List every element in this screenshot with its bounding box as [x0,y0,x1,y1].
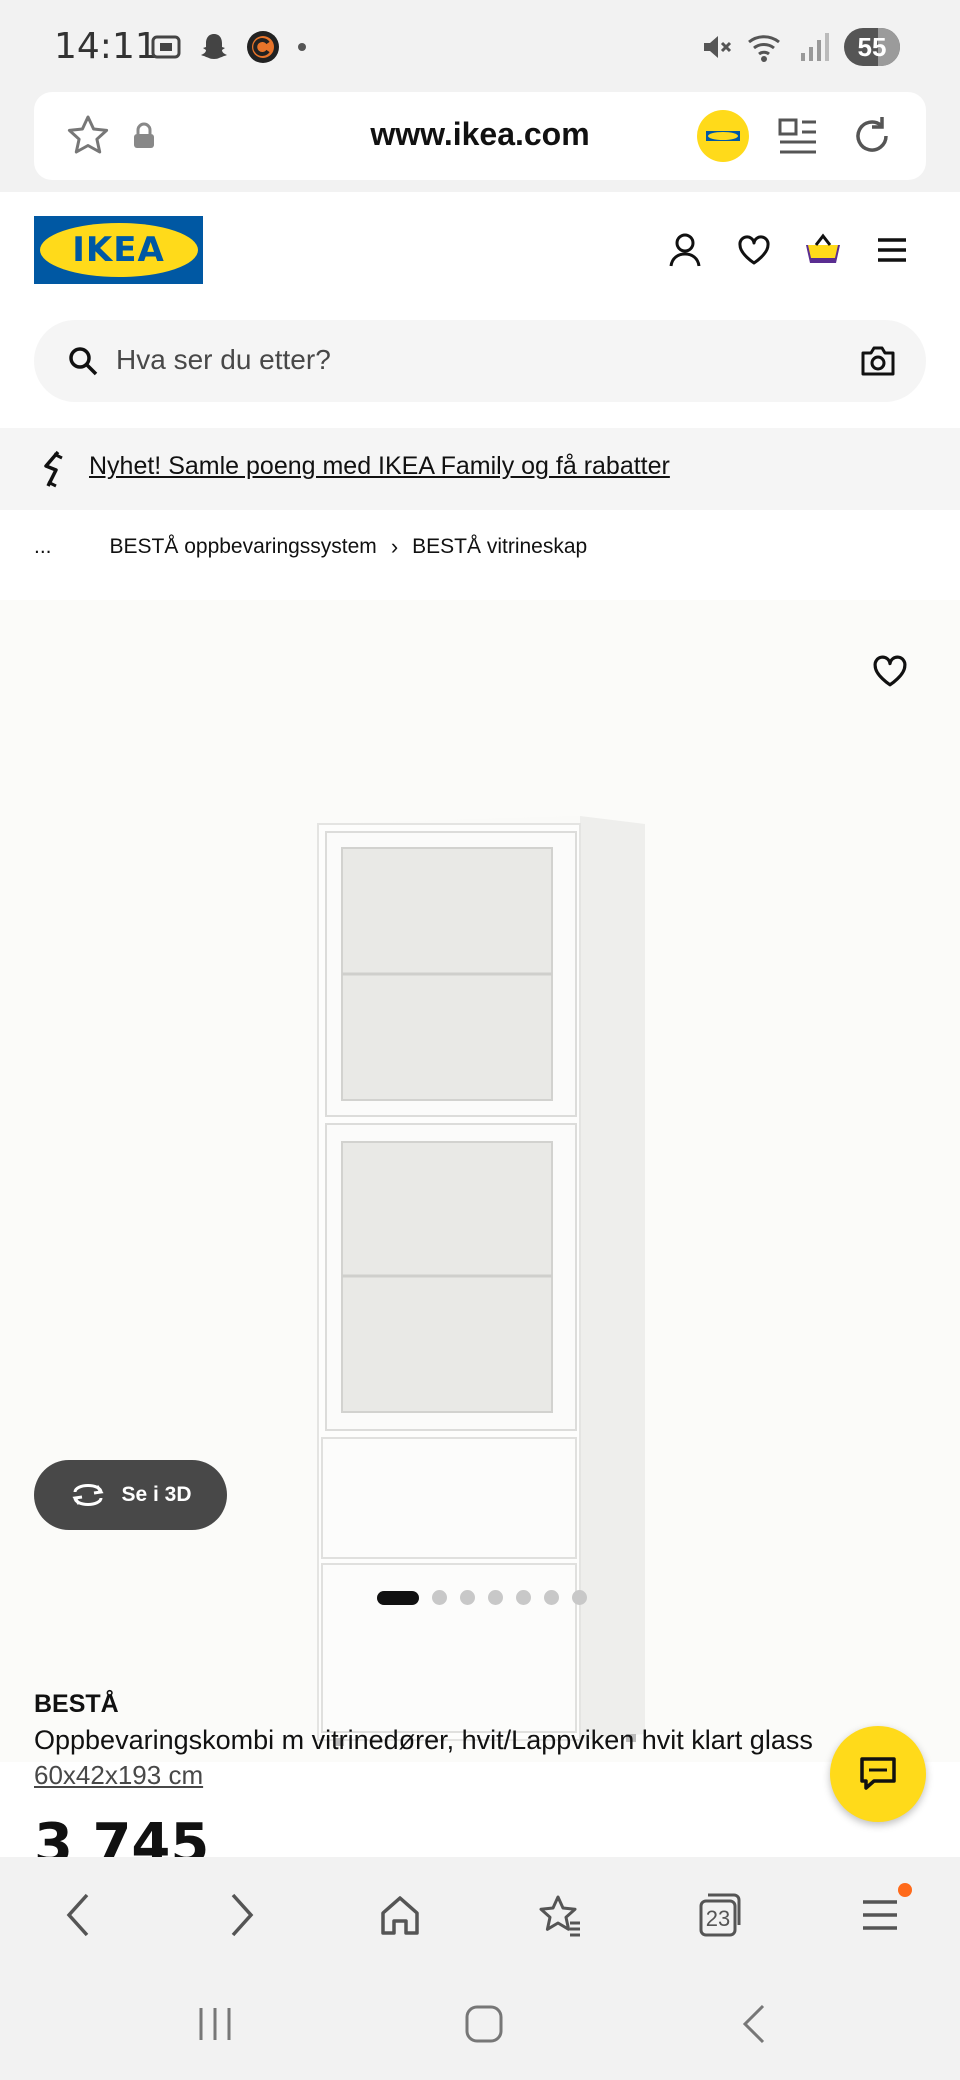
image-carousel-dots[interactable] [377,1590,587,1605]
reader-mode-icon[interactable] [776,114,820,158]
recent-apps-button[interactable] [185,1999,245,2049]
carousel-dot[interactable] [544,1590,559,1605]
favorite-heart-icon[interactable] [872,654,908,688]
carousel-dot[interactable] [516,1590,531,1605]
carousel-dot[interactable] [460,1590,475,1605]
recent-apps-icon [199,2008,231,2040]
home-square-icon [465,2005,503,2043]
home-nav-button[interactable] [454,1999,514,2049]
menu-icon[interactable] [872,230,912,270]
site-header: IKEA [0,192,960,312]
forward-button[interactable] [212,1885,272,1945]
app-icon [247,31,279,63]
carousel-dot[interactable] [488,1590,503,1605]
promo-link[interactable]: Nyhet! Samle poeng med IKEA Family og få… [89,452,670,481]
wifi-icon [748,35,780,62]
camera-search-icon[interactable] [860,344,896,378]
tabs-icon: 23 [699,1893,741,1937]
carousel-dot-active[interactable] [377,1590,419,1605]
bookmark-star-icon [539,1895,580,1937]
product-description: Oppbevaringskombi m vitrinedører, hvit/L… [34,1725,813,1755]
breadcrumb-ellipsis[interactable]: ... [34,535,52,559]
dot-icon [298,43,306,51]
product-image[interactable] [0,600,960,1762]
family-link-icon [44,450,63,488]
back-button[interactable] [48,1885,108,1945]
breadcrumb-item-oppbevaringssystem[interactable]: BESTÅ oppbevaringssystem [110,535,377,559]
chat-button[interactable] [830,1726,926,1822]
home-button[interactable] [370,1885,430,1945]
chat-bubble-icon [860,1757,896,1790]
battery-icon: 55 [844,28,900,66]
signal-icon [801,33,829,61]
rotate-3d-icon [72,1484,105,1506]
promo-banner[interactable]: Nyhet! Samle poeng med IKEA Family og få… [0,428,960,510]
status-bar: 14:11 55 [0,0,960,92]
web-page: IKEA Hva ser du etter? Nyhet! Samle poen… [0,192,960,1857]
cart-icon[interactable] [803,230,843,270]
breadcrumb-item-vitrineskap[interactable]: BESTÅ vitrineskap [412,535,587,559]
snapchat-icon [201,34,227,59]
logo-text: IKEA [72,230,165,270]
see-in-3d-button[interactable]: Se i 3D [34,1460,227,1530]
account-icon[interactable] [665,230,705,270]
breadcrumb: ... BESTÅ oppbevaringssystem › BESTÅ vit… [34,534,587,560]
heart-icon[interactable] [734,230,774,270]
product-name: BESTÅ [34,1690,119,1718]
ikea-logo[interactable]: IKEA [34,216,203,284]
chevron-left-icon [66,1893,89,1937]
back-chevron-icon [742,2004,765,2044]
cabinet-illustration [317,816,645,1746]
see-in-3d-label: Se i 3D [121,1483,192,1506]
product-size-link[interactable]: 60x42x193 cm [34,1760,203,1791]
breadcrumb-chevron-icon: › [390,534,399,559]
back-nav-button[interactable] [724,1999,784,2049]
notification-dot [898,1883,912,1897]
mute-icon [704,36,732,58]
product-price: 3 745 [34,1812,210,1857]
battery-level: 55 [857,31,887,62]
screenshot-icon [151,35,181,59]
browser-menu-button[interactable] [850,1883,912,1945]
status-icons-left [150,30,308,64]
status-time: 14:11 [54,26,158,67]
ikea-app-icon[interactable] [697,110,749,162]
browser-url-bar[interactable]: www.ikea.com [34,92,926,180]
tabs-button[interactable]: 23 [690,1885,750,1945]
search-bar[interactable]: Hva ser du etter? [34,320,926,402]
status-icons-right: 55 [698,28,900,66]
chevron-right-icon [231,1893,254,1937]
home-icon [381,1896,419,1935]
carousel-dot[interactable] [432,1590,447,1605]
bookmarks-button[interactable] [530,1885,590,1945]
carousel-dot[interactable] [572,1590,587,1605]
reload-icon[interactable] [848,112,896,160]
system-nav-bar [0,1969,960,2080]
search-icon [69,347,98,376]
search-input[interactable]: Hva ser du etter? [116,344,331,376]
tabs-count: 23 [706,1906,730,1931]
browser-toolbar: 23 [0,1857,960,1969]
hamburger-menu-icon [863,1900,897,1930]
